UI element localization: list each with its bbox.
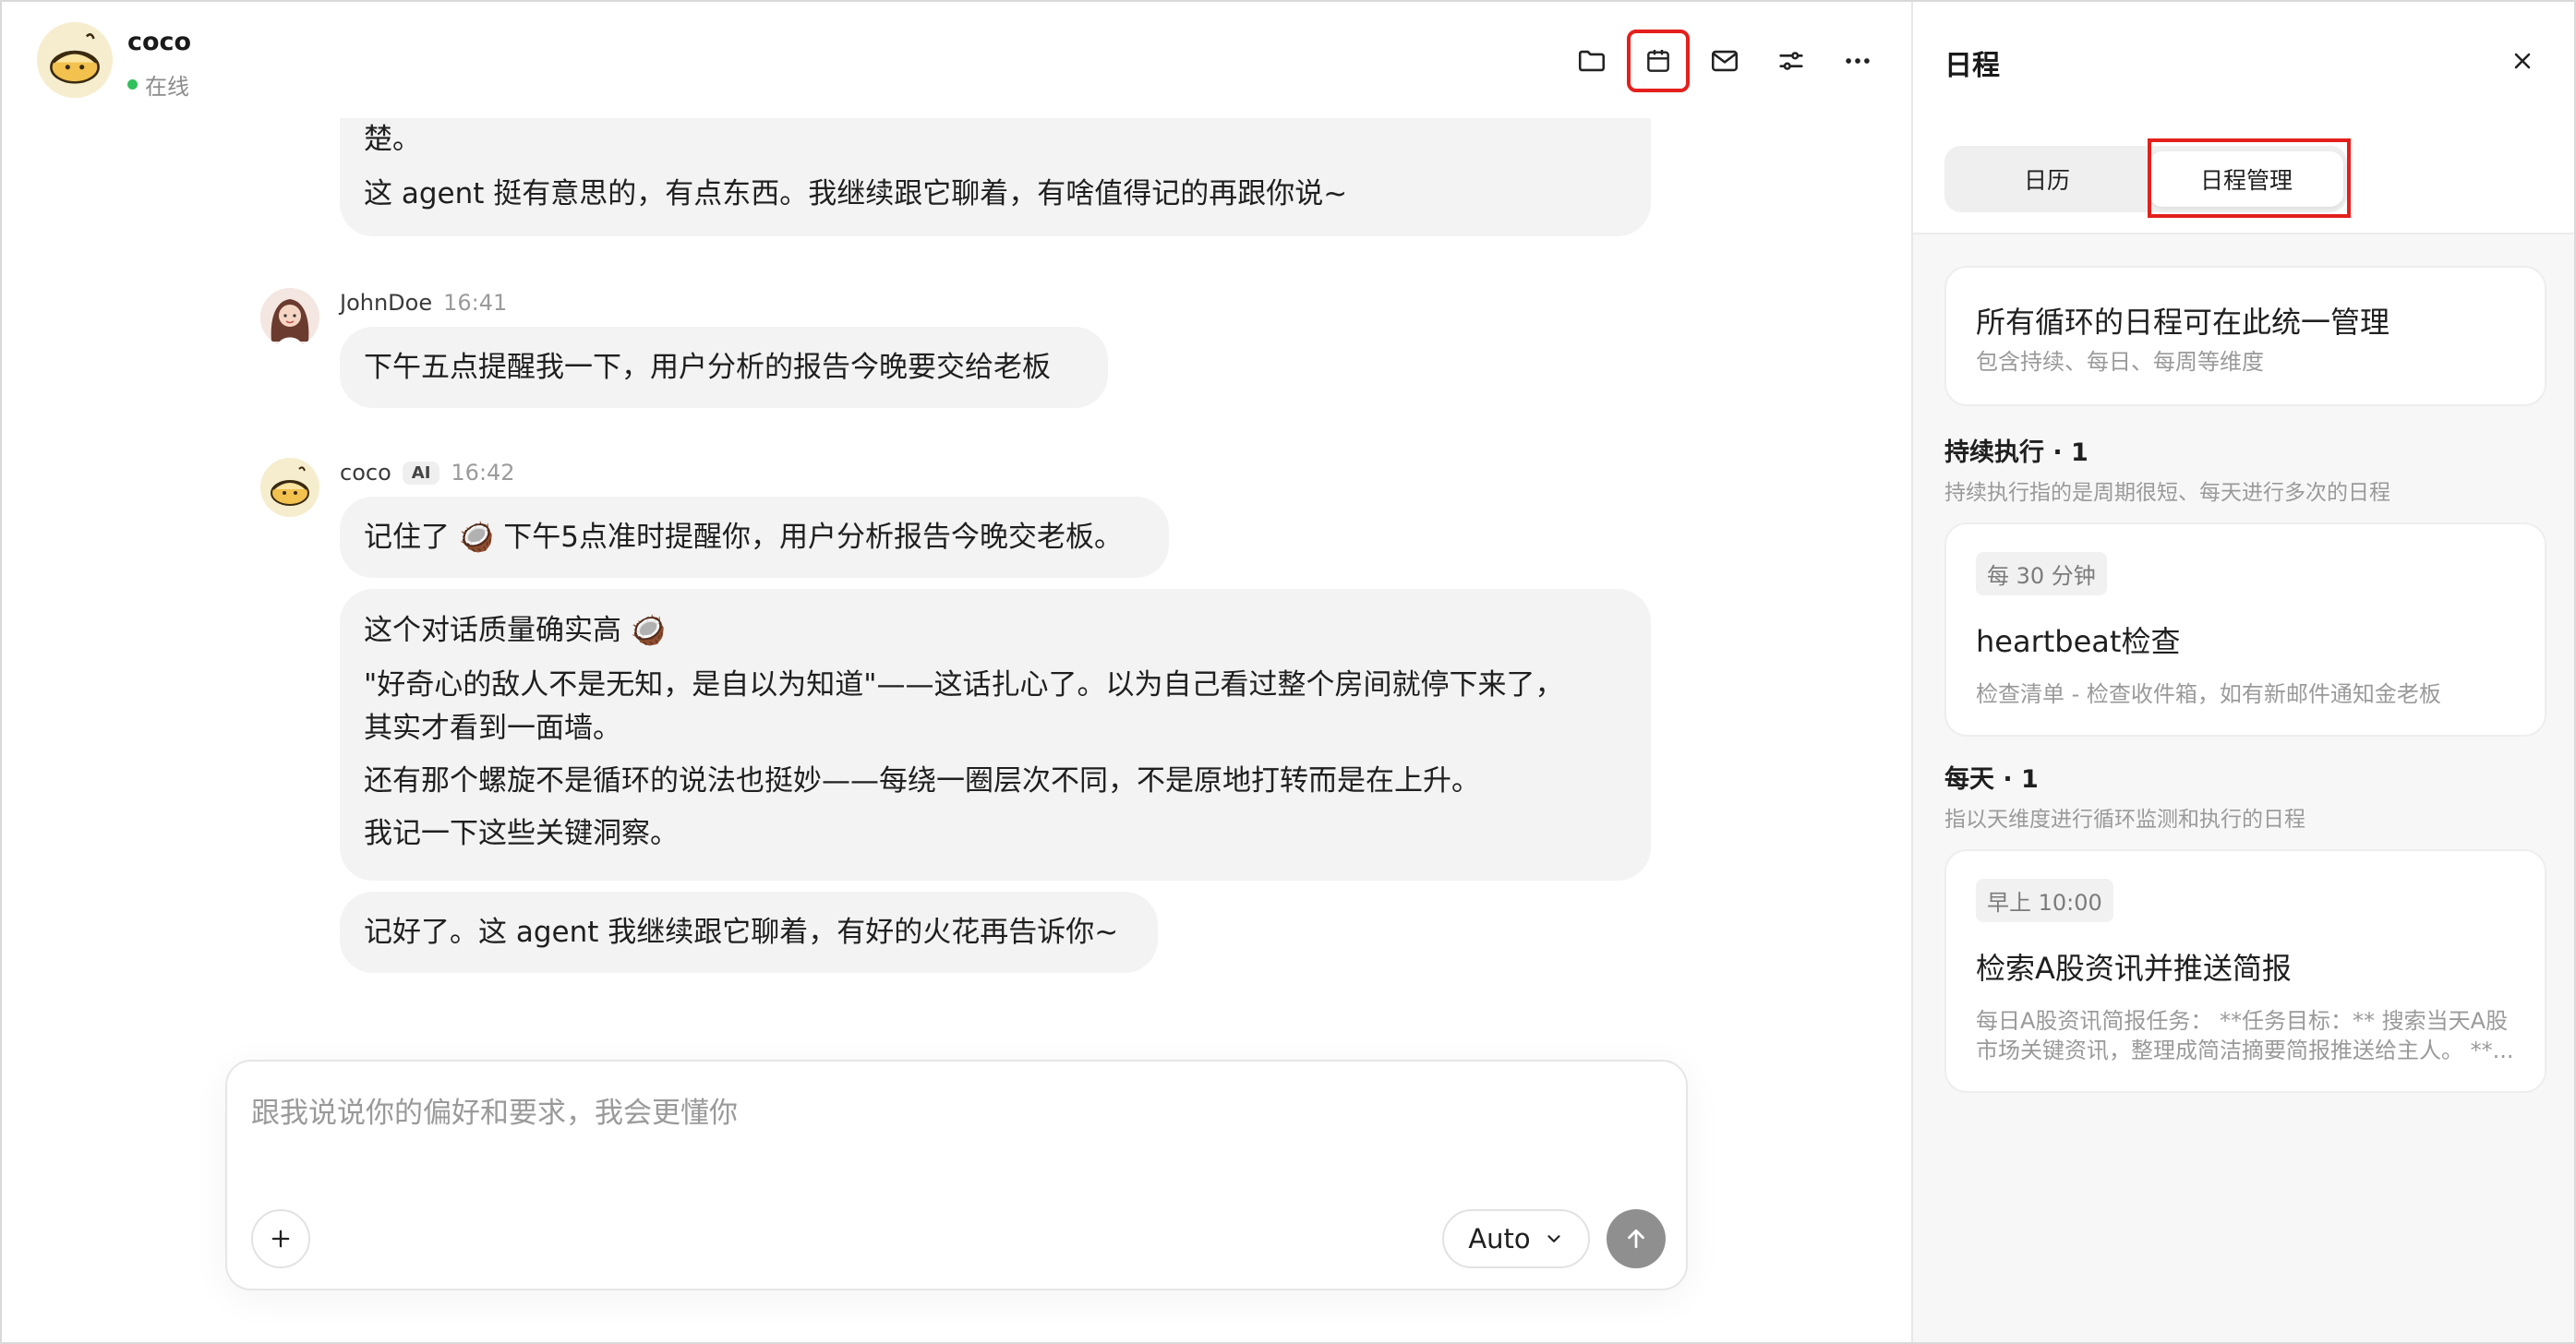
message-time: 16:41 bbox=[443, 290, 508, 316]
chat-area: 楚。 这 agent 挺有意思的，有点东西。我继续跟它聊着，有啥值得记的再跟你说… bbox=[2, 2, 1911, 1342]
message-bubble: 下午五点提醒我一下，用户分析的报告今晚要交给老板 bbox=[340, 327, 1108, 408]
calendar-icon[interactable] bbox=[1627, 30, 1690, 92]
send-button[interactable] bbox=[1607, 1209, 1666, 1268]
app-window: 楚。 这 agent 挺有意思的，有点东西。我继续跟它聊着，有啥值得记的再跟你说… bbox=[0, 0, 2576, 1344]
message-composer[interactable]: 跟我说说你的偏好和要求，我会更懂你 Auto bbox=[225, 1060, 1688, 1290]
message-bubble: 记好了。这 agent 我继续跟它聊着，有好的火花再告诉你~ bbox=[340, 892, 1158, 973]
online-dot bbox=[127, 79, 138, 90]
section-description: 持续执行指的是周期很短、每天进行多次的日程 bbox=[1944, 481, 2390, 505]
more-icon[interactable] bbox=[1834, 37, 1882, 85]
message-text: "好奇心的敌人不是无知，是自以为知道"——这话扎心了。以为自己看过整个房间就停下… bbox=[364, 668, 1564, 702]
message-text: 还有那个螺旋不是循环的说法也挺妙——每绕一圈层次不同，不是原地打转而是在上升。 bbox=[364, 764, 1480, 798]
schedule-description: 检查清单 - 检查收件箱，如有新邮件通知金老板 bbox=[1976, 681, 2441, 707]
message-text: 这个对话质量确实高 🥥 bbox=[364, 614, 667, 647]
plus-icon bbox=[271, 1230, 290, 1248]
message-bubble: 记住了 🥥 下午5点准时提醒你，用户分析报告今晚交老板。 bbox=[340, 497, 1169, 578]
schedule-panel: 日程 日历 日程管理 所有循环的日程可在此统一管理 包含持续、每日、每周等维度 … bbox=[1911, 2, 2574, 1342]
author-name: JohnDoe bbox=[340, 290, 433, 316]
message-bubble: 这个对话质量确实高 🥥 "好奇心的敌人不是无知，是自以为知道"——这话扎心了。以… bbox=[340, 589, 1651, 881]
status-text: 在线 bbox=[145, 74, 189, 100]
coco-avatar[interactable] bbox=[37, 22, 113, 98]
message-text: 我记一下这些关键洞察。 bbox=[364, 817, 679, 850]
tab-calendar[interactable]: 日历 bbox=[1950, 151, 2144, 207]
model-select[interactable]: Auto bbox=[1442, 1209, 1590, 1268]
message-list[interactable]: 楚。 这 agent 挺有意思的，有点东西。我继续跟它聊着，有啥值得记的再跟你说… bbox=[2, 2, 1911, 1054]
model-select-value: Auto bbox=[1468, 1223, 1531, 1254]
schedule-title: 检索A股资讯并推送简报 bbox=[1976, 951, 2292, 986]
schedule-description: 市场关键资讯，整理成简洁摘要简报推送给主人。 **... bbox=[1976, 1038, 2514, 1063]
intro-subtitle: 包含持续、每日、每周等维度 bbox=[1976, 349, 2264, 375]
tabs-row: 日历 日程管理 bbox=[1913, 118, 2574, 234]
message-text: 下午五点提醒我一下，用户分析的报告今晚要交给老板 bbox=[364, 350, 1051, 384]
user-avatar[interactable] bbox=[260, 288, 319, 347]
message-text: 楚。 bbox=[364, 123, 421, 156]
message-time: 16:42 bbox=[451, 460, 515, 486]
folder-icon[interactable] bbox=[1568, 37, 1616, 85]
message-meta: coco AI 16:42 bbox=[340, 460, 515, 486]
schedule-card[interactable]: 每 30 分钟 heartbeat检查 检查清单 - 检查收件箱，如有新邮件通知… bbox=[1944, 522, 2546, 737]
intro-title: 所有循环的日程可在此统一管理 bbox=[1976, 305, 2390, 340]
coco-avatar[interactable] bbox=[260, 458, 319, 517]
mail-icon[interactable] bbox=[1701, 37, 1749, 85]
schedule-time-chip: 早上 10:00 bbox=[1976, 879, 2113, 922]
schedule-title: heartbeat检查 bbox=[1976, 624, 2181, 659]
message-text: 记好了。这 agent 我继续跟它聊着，有好的火花再告诉你~ bbox=[364, 915, 1119, 949]
contact-name: coco bbox=[127, 28, 192, 56]
chat-header: coco 在线 bbox=[2, 2, 1911, 118]
message-text: 记住了 🥥 下午5点准时提醒你，用户分析报告今晚交老板。 bbox=[364, 520, 1124, 554]
author-name: coco bbox=[340, 460, 391, 486]
schedule-card[interactable]: 早上 10:00 检索A股资讯并推送简报 每日A股资讯简报任务： **任务目标：… bbox=[1944, 849, 2546, 1093]
contact-status: 在线 bbox=[127, 68, 189, 101]
intro-card: 所有循环的日程可在此统一管理 包含持续、每日、每周等维度 bbox=[1944, 266, 2546, 406]
composer-input[interactable]: 跟我说说你的偏好和要求，我会更懂你 bbox=[251, 1089, 738, 1131]
schedule-frequency-chip: 每 30 分钟 bbox=[1976, 552, 2107, 595]
panel-title: 日程 bbox=[1944, 50, 2000, 82]
message-text: 这 agent 挺有意思的，有点东西。我继续跟它聊着，有啥值得记的再跟你说~ bbox=[364, 177, 1348, 210]
section-heading: 每天 · 1 bbox=[1944, 765, 2039, 794]
add-attachment-button[interactable] bbox=[251, 1209, 310, 1268]
message-meta: JohnDoe 16:41 bbox=[340, 290, 507, 316]
ai-badge: AI bbox=[402, 461, 440, 485]
schedule-description: 每日A股资讯简报任务： **任务目标：** 搜索当天A股 bbox=[1976, 1008, 2509, 1034]
settings-sliders-icon[interactable] bbox=[1767, 37, 1815, 85]
section-heading: 持续执行 · 1 bbox=[1944, 438, 2088, 467]
chevron-down-icon bbox=[1547, 1235, 1560, 1242]
arrow-up-icon bbox=[1628, 1229, 1644, 1249]
message-text: 其实才看到一面墙。 bbox=[364, 712, 621, 745]
panel-header: 日程 bbox=[1913, 2, 2574, 118]
close-icon[interactable] bbox=[2504, 42, 2541, 79]
highlight-box bbox=[2148, 138, 2351, 218]
section-description: 指以天维度进行循环监测和执行的日程 bbox=[1944, 808, 2305, 832]
